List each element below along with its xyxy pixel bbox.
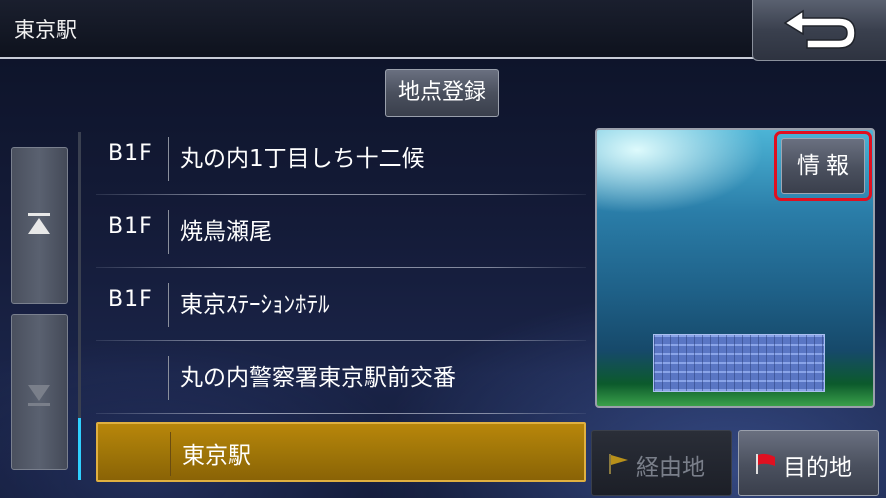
list-item[interactable]: B1F 丸の内1丁目しち十二候 <box>96 123 586 195</box>
floor-label: B1F <box>108 141 153 166</box>
place-name: 東京ｽﾃｰｼｮﾝﾎﾃﾙ <box>180 292 330 318</box>
back-arrow-icon <box>783 9 856 49</box>
info-button[interactable]: 情報 <box>781 138 865 194</box>
red-flag-icon <box>756 453 775 474</box>
scroll-down-icon <box>28 385 50 406</box>
back-button[interactable] <box>752 0 886 61</box>
register-location-button[interactable]: 地点登録 <box>385 69 499 117</box>
via-point-button[interactable]: 経由地 <box>591 430 732 496</box>
row-separator <box>96 413 586 414</box>
yellow-flag-icon <box>609 454 628 474</box>
row-separator <box>96 340 586 341</box>
column-divider <box>168 356 169 400</box>
place-name: 焼鳥瀬尾 <box>180 219 272 245</box>
column-divider <box>168 283 169 327</box>
place-name: 丸の内1丁目しち十二候 <box>180 146 425 172</box>
row-separator <box>96 194 586 195</box>
list-item[interactable]: 丸の内警察署東京駅前交番 <box>96 342 586 414</box>
row-separator <box>96 267 586 268</box>
page-title: 東京駅 <box>14 18 77 42</box>
destination-button[interactable]: 目的地 <box>738 430 879 496</box>
list-item[interactable]: B1F 焼鳥瀬尾 <box>96 196 586 268</box>
list-item-selected[interactable]: 東京駅 <box>96 422 586 482</box>
header-divider <box>0 57 754 59</box>
building-illustration <box>653 334 825 392</box>
scrollbar-thumb[interactable] <box>78 418 81 480</box>
place-name: 東京駅 <box>182 443 251 469</box>
scroll-top-icon <box>28 213 50 234</box>
list-item[interactable]: B1F 東京ｽﾃｰｼｮﾝﾎﾃﾙ <box>96 269 586 341</box>
column-divider <box>170 432 171 476</box>
via-point-label: 経由地 <box>636 455 705 481</box>
scroll-top-button[interactable] <box>11 147 68 304</box>
scroll-down-button[interactable] <box>11 314 68 470</box>
destination-label: 目的地 <box>783 455 852 481</box>
column-divider <box>168 210 169 254</box>
floor-label: B1F <box>108 287 153 312</box>
floor-label: B1F <box>108 214 153 239</box>
column-divider <box>168 137 169 181</box>
place-name: 丸の内警察署東京駅前交番 <box>180 365 456 391</box>
